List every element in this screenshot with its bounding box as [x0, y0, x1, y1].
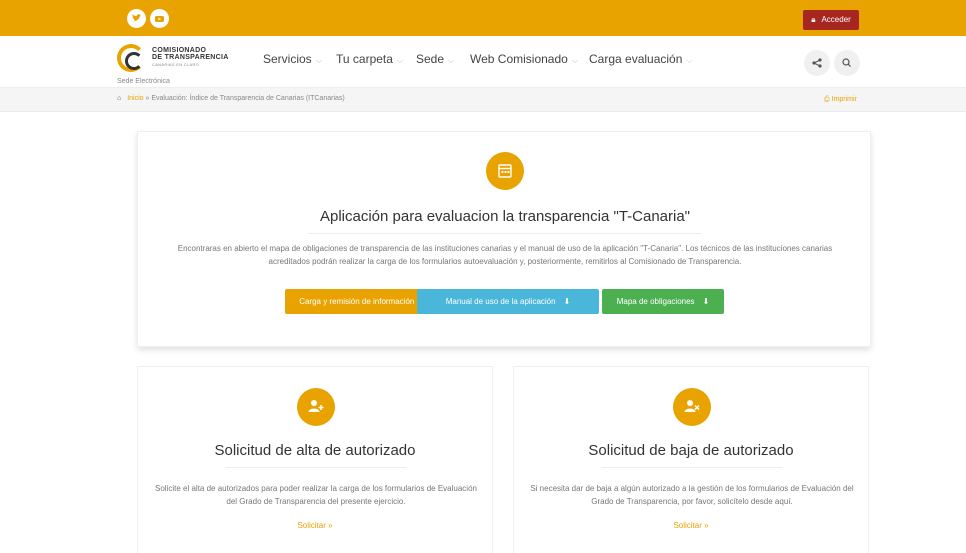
download-icon: ⬇	[563, 297, 571, 306]
baja-card: Solicitud de baja de autorizado Si neces…	[513, 366, 869, 553]
logo-line1: COMISIONADO	[152, 47, 207, 54]
home-icon[interactable]: ⌂	[117, 95, 121, 102]
alta-card: Solicitud de alta de autorizado Solicite…	[137, 366, 493, 553]
breadcrumb-separator: »	[145, 95, 150, 102]
nav-label: Sede	[416, 52, 445, 66]
button-label: Mapa de obligaciones	[616, 297, 695, 306]
manual-download-button[interactable]: Manual de uso de la aplicación ⬇	[417, 289, 599, 314]
chevron-down-icon: ⌵	[571, 56, 578, 65]
breadcrumb-inicio[interactable]: Inicio	[127, 95, 143, 102]
nav-label: Servicios	[263, 52, 312, 66]
divider	[602, 467, 782, 468]
nav-carga-evaluacion[interactable]: Carga evaluación ⌵	[589, 52, 692, 66]
evaluation-app-card: Aplicación para evaluacion la transparen…	[137, 131, 871, 347]
nav-label: Tu carpeta	[336, 52, 393, 66]
alta-title: Solicitud de alta de autorizado	[214, 442, 416, 459]
nav-sede[interactable]: Sede ⌵	[416, 52, 454, 66]
nav-label: Web Comisionado	[470, 52, 568, 66]
sede-label: Sede Electrónica	[117, 78, 170, 85]
user-remove-icon	[673, 388, 711, 426]
breadcrumb: ⌂ Inicio » Evaluación: Índice de Transpa…	[117, 95, 345, 102]
chevron-down-icon: ⌵	[448, 56, 455, 65]
chevron-down-icon: ⌵	[396, 56, 403, 65]
nav-servicios[interactable]: Servicios ⌵	[263, 52, 322, 66]
baja-solicitar-link[interactable]: Solicitar »	[514, 521, 868, 530]
nav-tu-carpeta[interactable]: Tu carpeta ⌵	[336, 52, 403, 66]
logo-line3: CANARIAS EN CLARO	[152, 62, 200, 67]
logo-icon[interactable]	[117, 44, 145, 72]
header: COMISIONADO DE TRANSPARENCIA CANARIAS EN…	[0, 36, 966, 88]
lock-icon: 🔒︎	[811, 15, 816, 24]
divider	[226, 467, 406, 468]
obligations-map-button[interactable]: Mapa de obligaciones ⬇	[602, 289, 724, 314]
twitter-icon[interactable]	[127, 9, 146, 28]
login-button[interactable]: 🔒︎ Acceder	[803, 10, 859, 30]
baja-description: Si necesita dar de baja a algún autoriza…	[530, 484, 854, 506]
calendar-icon	[486, 152, 524, 190]
chevron-down-icon: ⌵	[686, 56, 693, 65]
main-title: Aplicación para evaluacion la transparen…	[319, 208, 691, 225]
download-icon: ⬇	[702, 297, 710, 306]
share-button[interactable]	[804, 50, 830, 76]
search-button[interactable]	[834, 50, 860, 76]
button-label: Manual de uso de la aplicación	[445, 297, 556, 306]
breadcrumb-current: Evaluación: Índice de Transparencia de C…	[151, 95, 345, 102]
alta-description: Solicite el alta de autorizados para pod…	[155, 484, 477, 506]
chevron-down-icon: ⌵	[315, 56, 322, 65]
nav-label: Carga evaluación	[589, 52, 683, 66]
baja-title: Solicitud de baja de autorizado	[588, 442, 794, 459]
divider	[308, 233, 702, 234]
breadcrumb-bar: ⌂ Inicio » Evaluación: Índice de Transpa…	[0, 88, 966, 112]
nav-web-comisionado[interactable]: Web Comisionado ⌵	[470, 52, 578, 66]
print-icon: ⎙	[824, 96, 830, 103]
search-icon	[842, 58, 851, 67]
top-bar: 🔒︎ Acceder	[0, 0, 966, 36]
main-description: Encontraras en abierto el mapa de obliga…	[177, 244, 833, 266]
print-label: Imprimir	[831, 96, 857, 103]
button-label: Carga y remisión de información	[299, 297, 415, 306]
youtube-icon[interactable]	[150, 9, 169, 28]
user-add-icon	[297, 388, 335, 426]
print-link[interactable]: ⎙ Imprimir	[824, 96, 857, 104]
alta-solicitar-link[interactable]: Solicitar »	[138, 521, 492, 530]
share-icon	[812, 58, 822, 68]
logo-line2: DE TRANSPARENCIA	[152, 54, 229, 61]
login-label: Acceder	[821, 15, 851, 24]
